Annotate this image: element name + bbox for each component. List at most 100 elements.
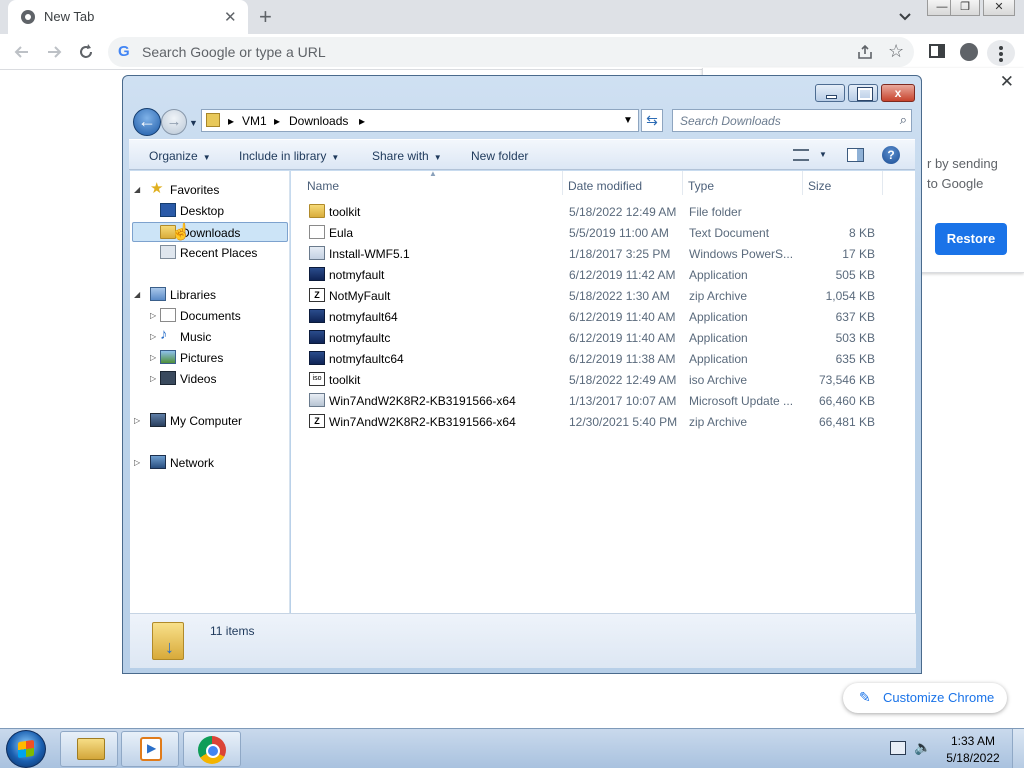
breadcrumb-chevron-icon[interactable]: ▸ xyxy=(359,114,365,128)
file-row[interactable]: Install-WMF5.1 1/18/2017 3:25 PM Windows P… xyxy=(291,243,915,264)
explorer-window: x ← → ▼ ▸ VM1 ▸ Downloads ▸ ▼ ⇆ Search D… xyxy=(122,75,922,674)
expand-arrow-icon[interactable]: ▷ xyxy=(150,332,156,341)
taskbar-chrome-button[interactable] xyxy=(183,731,241,767)
bookmark-star-icon[interactable]: ☆ xyxy=(888,41,904,62)
nav-videos-label: Videos xyxy=(180,372,217,386)
preview-pane-icon[interactable] xyxy=(847,148,864,162)
column-divider[interactable] xyxy=(562,171,563,195)
include-in-library-button[interactable]: Include in library ▼ xyxy=(239,149,339,163)
forward-arrow-icon[interactable] xyxy=(44,42,64,62)
column-header-date-modified[interactable]: Date modified xyxy=(568,179,642,193)
explorer-forward-button[interactable]: → xyxy=(161,109,187,135)
explorer-close-button[interactable]: x xyxy=(881,84,915,102)
refresh-icon[interactable]: ⇆ xyxy=(641,109,663,132)
file-row[interactable]: toolkit 5/18/2022 12:49 AM File folder xyxy=(291,201,915,222)
libraries-icon xyxy=(150,287,166,301)
file-size: 637 KB xyxy=(835,310,875,324)
side-panel-icon[interactable] xyxy=(929,44,945,58)
expand-arrow-icon[interactable]: ▷ xyxy=(150,353,156,362)
taskbar-media-player-button[interactable] xyxy=(121,731,179,767)
explorer-maximize-button[interactable] xyxy=(848,84,878,102)
column-header-type[interactable]: Type xyxy=(688,179,714,193)
file-size: 17 KB xyxy=(842,247,875,261)
tab-new-tab[interactable]: New Tab ✕ xyxy=(8,0,248,34)
column-divider[interactable] xyxy=(802,171,803,195)
nav-music-label: Music xyxy=(180,330,212,344)
file-name: Win7AndW2K8R2-KB3191566-x64 xyxy=(329,415,516,429)
organize-button[interactable]: Organize ▼ xyxy=(149,149,211,163)
file-row[interactable]: Z NotMyFault 5/18/2022 1:30 AM zip Archive 1… xyxy=(291,285,915,306)
chrome-close-button[interactable]: ✕ xyxy=(983,0,1015,16)
help-icon[interactable]: ? xyxy=(882,146,900,164)
expand-arrow-icon[interactable]: ▷ xyxy=(150,374,156,383)
tab-search-chevron-icon[interactable] xyxy=(896,8,914,26)
file-row[interactable]: Win7AndW2K8R2-KB3191566-x64 1/13/2017 10:… xyxy=(291,390,915,411)
volume-tray-icon[interactable]: 🔈 xyxy=(914,739,931,756)
new-folder-button[interactable]: New folder xyxy=(471,149,528,163)
column-header-name[interactable]: Name xyxy=(307,179,339,193)
expand-arrow-icon[interactable]: ▷ xyxy=(150,311,156,320)
file-name: Eula xyxy=(329,226,354,240)
breadcrumb-chevron-icon[interactable]: ▸ xyxy=(274,114,280,128)
file-date-modified: 1/18/2017 3:25 PM xyxy=(569,247,671,261)
breadcrumb-chevron-icon[interactable]: ▸ xyxy=(228,114,234,128)
recent-pages-dropdown-icon[interactable]: ▼ xyxy=(189,118,198,128)
nav-downloads[interactable]: Downloads xyxy=(132,222,288,242)
file-date-modified: 5/18/2022 1:30 AM xyxy=(569,289,670,303)
documents-icon xyxy=(160,308,176,322)
nav-libraries-label: Libraries xyxy=(170,288,217,302)
column-header-size[interactable]: Size xyxy=(808,179,831,193)
show-desktop-button[interactable] xyxy=(1012,729,1024,768)
clock-time[interactable]: 1:33 AM xyxy=(950,734,996,748)
file-row[interactable]: notmyfault 6/12/2019 11:42 AM Application 5… xyxy=(291,264,915,285)
omnibox-placeholder: Search Google or type a URL xyxy=(142,44,326,60)
file-size: 66,460 KB xyxy=(818,394,875,408)
breadcrumb-downloads[interactable]: Downloads xyxy=(289,114,348,128)
tab-close-icon[interactable]: ✕ xyxy=(224,8,237,26)
file-row[interactable]: notmyfaultc64 6/12/2019 11:38 AM Applicati… xyxy=(291,348,915,369)
restore-button[interactable]: Restore xyxy=(935,223,1007,255)
chrome-menu-icon[interactable] xyxy=(987,40,1015,66)
profile-avatar-icon[interactable] xyxy=(960,43,978,61)
customize-chrome-button[interactable]: ✎ Customize Chrome xyxy=(843,683,1007,713)
address-bar[interactable]: ▸ VM1 ▸ Downloads ▸ ▼ xyxy=(201,109,639,132)
file-row[interactable]: notmyfaultc 6/12/2019 11:40 AM Application… xyxy=(291,327,915,348)
collapse-arrow-icon[interactable]: ◢ xyxy=(134,290,140,299)
start-button[interactable] xyxy=(6,730,46,768)
omnibox[interactable]: G Search Google or type a URL ☆ xyxy=(108,37,914,67)
column-divider[interactable] xyxy=(682,171,683,195)
address-dropdown-icon[interactable]: ▼ xyxy=(623,115,633,126)
views-dropdown-icon[interactable]: ▼ xyxy=(819,150,827,159)
share-with-button[interactable]: Share with ▼ xyxy=(372,149,442,163)
search-downloads-input[interactable]: Search Downloads ⌕ xyxy=(672,109,912,132)
explorer-back-button[interactable]: ← xyxy=(133,108,161,136)
popup-close-icon[interactable]: ✕ xyxy=(1000,72,1014,92)
breadcrumb-vm1[interactable]: VM1 xyxy=(242,114,267,128)
file-row[interactable]: iso toolkit 5/18/2022 12:49 AM iso Archive 7… xyxy=(291,369,915,390)
file-date-modified: 6/12/2019 11:42 AM xyxy=(569,268,676,282)
reload-icon[interactable] xyxy=(76,42,96,62)
taskbar-explorer-button[interactable] xyxy=(60,731,118,767)
computer-icon xyxy=(150,413,166,427)
expand-arrow-icon[interactable]: ▷ xyxy=(134,458,140,467)
file-row[interactable]: Eula 5/5/2019 11:00 AM Text Document 8 KB xyxy=(291,222,915,243)
file-type: Application xyxy=(689,331,748,345)
chrome-restore-button[interactable]: ❐ xyxy=(950,0,980,16)
hand-cursor-icon: ☝ xyxy=(171,224,191,241)
clock-date[interactable]: 5/18/2022 xyxy=(944,751,1002,765)
back-arrow-icon[interactable] xyxy=(12,42,32,62)
file-type: Application xyxy=(689,268,748,282)
file-name: notmyfault xyxy=(329,268,385,282)
expand-arrow-icon[interactable]: ▷ xyxy=(134,416,140,425)
file-row[interactable]: notmyfault64 6/12/2019 11:40 AM Applicatio… xyxy=(291,306,915,327)
explorer-minimize-button[interactable] xyxy=(815,84,845,102)
file-name: NotMyFault xyxy=(329,289,391,303)
share-icon[interactable] xyxy=(856,43,874,61)
change-view-icon[interactable] xyxy=(793,149,809,161)
collapse-arrow-icon[interactable]: ◢ xyxy=(134,185,140,194)
file-size: 73,546 KB xyxy=(818,373,875,387)
column-divider[interactable] xyxy=(882,171,883,195)
file-row[interactable]: Z Win7AndW2K8R2-KB3191566-x64 12/30/2021 5… xyxy=(291,411,915,432)
new-tab-button[interactable]: + xyxy=(259,4,272,30)
network-tray-icon[interactable] xyxy=(890,741,906,755)
